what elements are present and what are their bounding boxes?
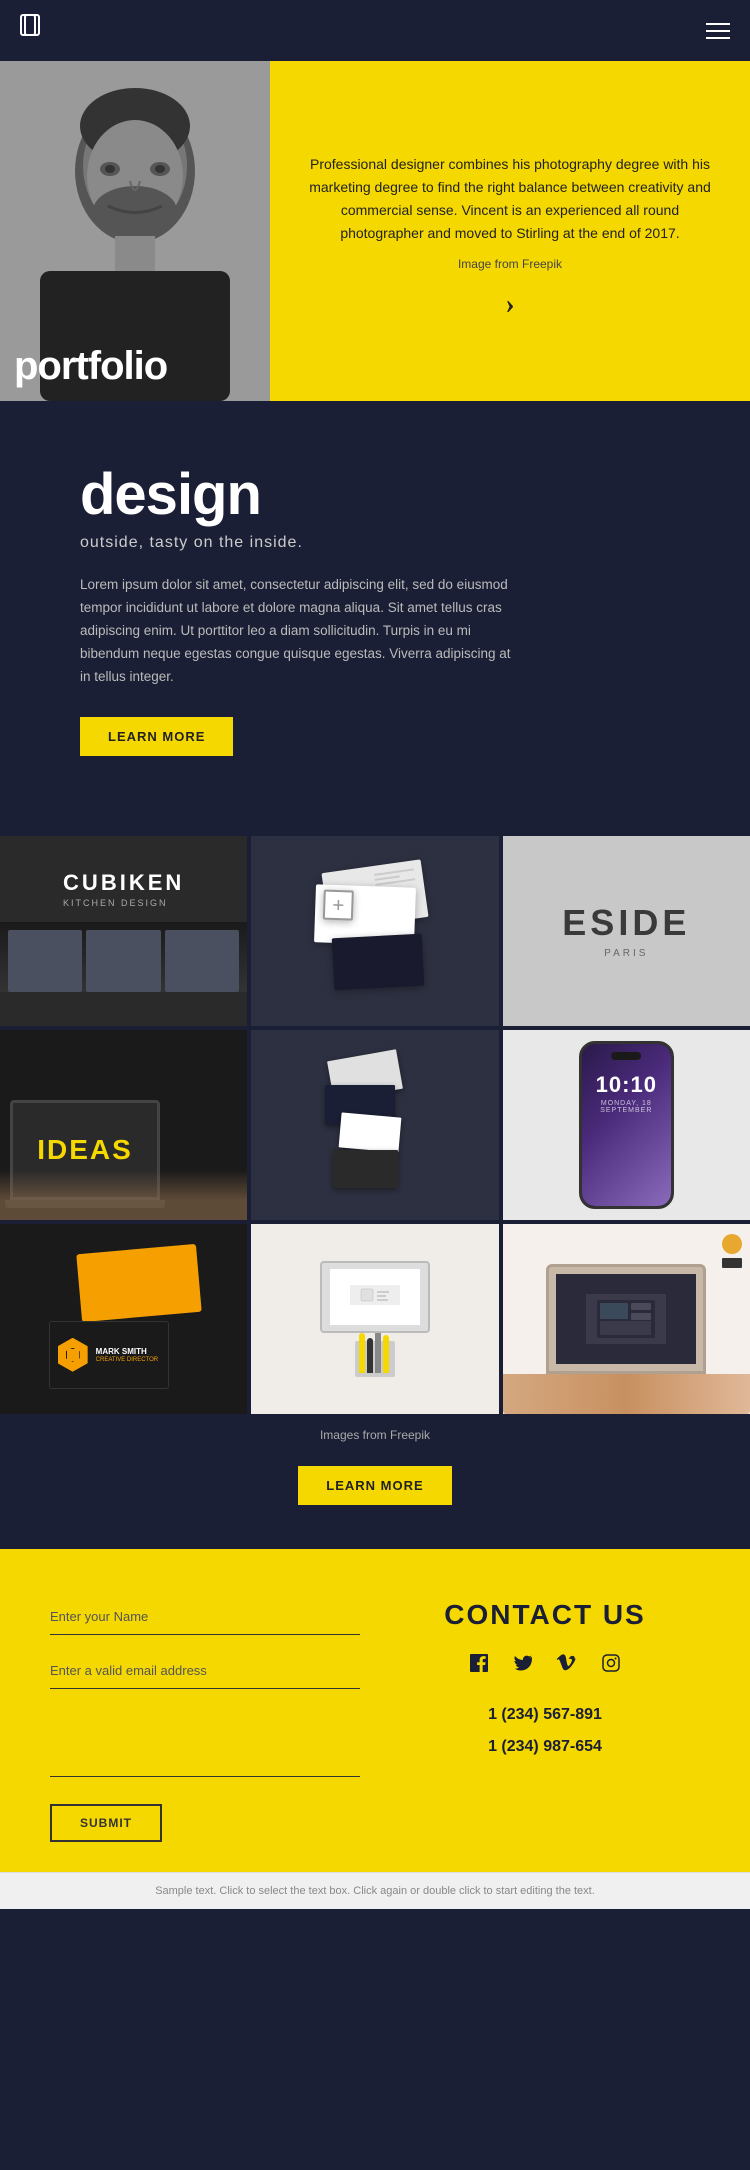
hamburger-menu-icon[interactable]: [706, 23, 730, 39]
contact-email-input[interactable]: [50, 1653, 360, 1689]
portfolio-footer: Images from Freepik LEARN MORE: [0, 1414, 750, 1519]
design-body-text: Lorem ipsum dolor sit amet, consectetur …: [80, 574, 520, 689]
facebook-icon[interactable]: [465, 1649, 493, 1677]
hero-photo: portfolio: [0, 61, 270, 401]
grid-cell-eside[interactable]: ESIDE PARIS: [503, 836, 750, 1026]
phone-numbers: 1 (234) 567-891 1 (234) 987-654: [390, 1699, 700, 1763]
grid-cell-phone[interactable]: 10:10 MONDAY, 18 SEPTEMBER: [503, 1030, 750, 1220]
twitter-icon[interactable]: [509, 1649, 537, 1677]
hero-description: Professional designer combines his photo…: [298, 153, 722, 245]
work-laptop: [546, 1264, 706, 1374]
hero-title: portfolio: [14, 344, 167, 389]
hero-image-source: Image from Freepik: [298, 257, 722, 271]
phone-2: 1 (234) 987-654: [390, 1731, 700, 1763]
hero-text-area: Professional designer combines his photo…: [270, 61, 750, 401]
contact-submit-button[interactable]: SUBMIT: [50, 1804, 162, 1842]
contact-info: CONTACT US: [390, 1599, 700, 1842]
vimeo-icon[interactable]: [553, 1649, 581, 1677]
stat-laptop: [320, 1261, 430, 1333]
cubiken-logo-text: CUBIKEN KITCHEN DESIGN: [63, 870, 184, 908]
grid-cell-stationery[interactable]: [251, 1224, 498, 1414]
instagram-icon[interactable]: [597, 1649, 625, 1677]
grid-cell-business-cards-2[interactable]: [251, 1030, 498, 1220]
footer-text: Sample text. Click to select the text bo…: [20, 1885, 730, 1897]
biz-cards-orange: MARK SMITH CREATIVE DIRECTOR: [49, 1249, 199, 1389]
portfolio-footer-text: Images from Freepik: [14, 1428, 736, 1442]
bc2-stack: [325, 1055, 425, 1195]
portfolio-section: CUBIKEN KITCHEN DESIGN: [0, 806, 750, 1549]
footer: Sample text. Click to select the text bo…: [0, 1872, 750, 1909]
portfolio-grid: CUBIKEN KITCHEN DESIGN: [0, 836, 750, 1414]
contact-message-input[interactable]: [50, 1707, 360, 1777]
contact-name-input[interactable]: [50, 1599, 360, 1635]
contact-section: SUBMIT CONTACT US: [0, 1549, 750, 1872]
business-cards-stack: [315, 866, 435, 996]
grid-cell-cubiken[interactable]: CUBIKEN KITCHEN DESIGN: [0, 836, 247, 1026]
phone-mockup: 10:10 MONDAY, 18 SEPTEMBER: [579, 1041, 674, 1209]
design-section: design outside, tasty on the inside. Lor…: [0, 401, 750, 806]
grid-cell-business-cards-1[interactable]: [251, 836, 498, 1026]
phone-1: 1 (234) 567-891: [390, 1699, 700, 1731]
cubiken-windows: [0, 922, 247, 992]
grid-cell-laptop-work[interactable]: [503, 1224, 750, 1414]
logo-icon[interactable]: [20, 14, 56, 47]
hero-arrow-button[interactable]: ›: [298, 289, 722, 321]
portfolio-learn-more-button[interactable]: LEARN MORE: [298, 1466, 451, 1505]
design-learn-more-button[interactable]: LEARN MORE: [80, 717, 233, 756]
grid-cell-biz-orange[interactable]: MARK SMITH CREATIVE DIRECTOR: [0, 1224, 247, 1414]
design-subtitle: outside, tasty on the inside.: [80, 534, 670, 552]
design-title: design: [80, 461, 670, 528]
grid-cell-ideas[interactable]: IDEAS: [0, 1030, 247, 1220]
social-icons: [390, 1649, 700, 1677]
contact-form: SUBMIT: [50, 1599, 360, 1842]
header: [0, 0, 750, 61]
contact-title: CONTACT US: [390, 1599, 700, 1631]
hero-section: portfolio Professional designer combines…: [0, 61, 750, 401]
